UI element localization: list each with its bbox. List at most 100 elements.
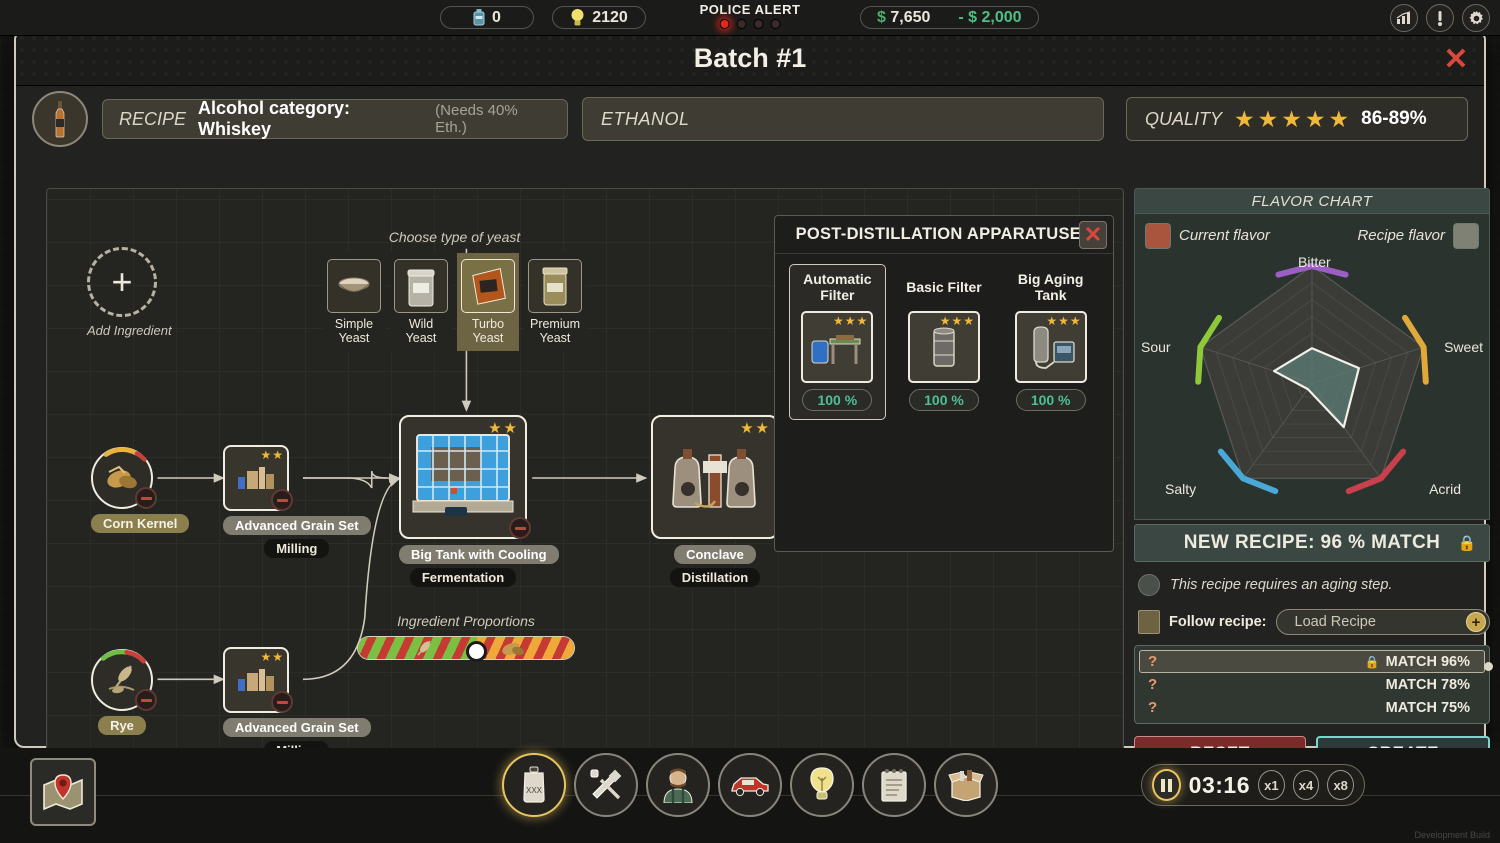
apparatus-card-automatic-filter[interactable]: Automatic Filter ★★★ 100 % xyxy=(789,264,886,420)
tools-icon xyxy=(589,768,623,802)
yeast-option-premium[interactable]: Premium Yeast xyxy=(524,253,586,351)
saved-recipe-row[interactable]: ? 🔒 MATCH 96% xyxy=(1139,650,1485,673)
plus-icon[interactable]: + xyxy=(87,247,157,317)
flavor-chart-header: FLAVOR CHART xyxy=(1134,188,1490,214)
speed-x4-button[interactable]: x4 xyxy=(1293,770,1320,800)
yeast-chooser-title: Choose type of yeast xyxy=(323,229,586,245)
star-icon: ★ xyxy=(940,315,951,327)
apparatus-percent[interactable]: 100 % xyxy=(1016,389,1086,411)
popup-close-icon[interactable]: ✕ xyxy=(1079,221,1107,249)
ingredient-label: Rye xyxy=(98,716,146,735)
axis-label-sweet: Sweet xyxy=(1444,339,1483,355)
wild-yeast-icon xyxy=(394,259,448,313)
jar-count: 0 xyxy=(492,9,501,27)
apparatus-card-basic-filter[interactable]: Basic Filter ★★★ 100 % xyxy=(896,264,993,420)
yeast-option-wild[interactable]: Wild Yeast xyxy=(390,253,452,351)
bottle-icon xyxy=(50,100,70,138)
star-icon: ★ xyxy=(1046,315,1057,327)
lock-icon[interactable]: 🔒 xyxy=(1458,534,1477,552)
alert-icon[interactable] xyxy=(1426,4,1454,32)
remove-icon[interactable] xyxy=(271,489,293,511)
grain-set-machine[interactable]: ★★ xyxy=(223,445,289,511)
yeast-options: Simple Yeast Wild Yeast Turbo Yeast xyxy=(323,253,586,351)
list-scrollbar-thumb[interactable] xyxy=(1484,662,1493,671)
close-icon[interactable]: ✕ xyxy=(1442,46,1470,74)
machine-node-milling-1[interactable]: ★★ Advanced Grain Set Milling xyxy=(223,445,371,558)
conclave-machine[interactable]: ★★ xyxy=(651,415,779,539)
star-icon: ★ xyxy=(857,315,868,327)
dock-button-tools[interactable] xyxy=(574,753,638,817)
rye-circle[interactable] xyxy=(91,649,153,711)
idea-count: 2120 xyxy=(592,9,628,27)
map-button[interactable] xyxy=(30,758,96,826)
build-watermark: Development Build xyxy=(1414,830,1490,840)
ingredient-node-rye[interactable]: Rye xyxy=(91,649,153,735)
box-icon xyxy=(948,769,984,801)
dock-button-vehicles[interactable] xyxy=(718,753,782,817)
grain-set-machine[interactable]: ★★ xyxy=(223,647,289,713)
dock-button-workers[interactable] xyxy=(646,753,710,817)
big-tank-machine[interactable]: ★★ xyxy=(399,415,527,539)
gear-icon[interactable] xyxy=(1462,4,1490,32)
modal-titlebar: Batch #1 ✕ xyxy=(16,32,1484,86)
aging-step-icon xyxy=(1138,574,1160,596)
flavor-chart-title: FLAVOR CHART xyxy=(1252,193,1373,210)
add-ingredient-node[interactable]: + Add Ingredient xyxy=(87,247,172,338)
apparatus-stars: ★★★ xyxy=(1046,315,1080,327)
dock-button-production[interactable]: XXX xyxy=(502,753,566,817)
notepad-icon xyxy=(879,767,909,803)
load-recipe-field[interactable]: Load Recipe + xyxy=(1276,609,1491,635)
bottle-avatar xyxy=(32,91,88,147)
speed-x8-button[interactable]: x8 xyxy=(1327,770,1354,800)
bottom-bar: XXX xyxy=(0,748,1500,843)
apparatus-percent[interactable]: 100 % xyxy=(909,389,979,411)
remove-icon[interactable] xyxy=(135,487,157,509)
machine-node-milling-2[interactable]: ★★ Advanced Grain Set Milling xyxy=(223,647,371,760)
machine-node-distillation[interactable]: ★★ Conclave Distillation xyxy=(651,415,779,587)
quality-range: 86-89% xyxy=(1361,108,1427,130)
currency-symbol: $ xyxy=(877,9,886,26)
machine-stars: ★★ xyxy=(740,421,769,436)
cash-value: 7,650 xyxy=(890,9,930,26)
police-light-4 xyxy=(770,19,780,29)
dock-button-notes[interactable] xyxy=(862,753,926,817)
dock-button-research[interactable] xyxy=(790,753,854,817)
speed-x1-button[interactable]: x1 xyxy=(1258,770,1285,800)
machine-label: Conclave xyxy=(674,545,756,564)
match-text: NEW RECIPE: 96 % MATCH xyxy=(1184,532,1441,554)
yeast-option-simple[interactable]: Simple Yeast xyxy=(323,253,385,351)
add-recipe-icon[interactable]: + xyxy=(1466,612,1486,632)
time-controls: 03:16 x1 x4 x8 xyxy=(1141,764,1365,806)
machine-node-fermentation[interactable]: ★★ xyxy=(399,415,527,587)
moonshine-jar-icon: XXX xyxy=(519,766,549,804)
flavor-chart-body: Current flavor Recipe flavor Bitter Swee… xyxy=(1134,214,1490,520)
pause-button[interactable] xyxy=(1152,769,1181,801)
stats-icon[interactable] xyxy=(1390,4,1418,32)
still-icon xyxy=(663,441,767,513)
remove-icon[interactable] xyxy=(509,517,531,539)
dock-button-inventory[interactable] xyxy=(934,753,998,817)
apparatus-percent[interactable]: 100 % xyxy=(802,389,872,411)
police-light-3 xyxy=(753,19,763,29)
ingredient-node-corn[interactable]: Corn Kernel xyxy=(91,447,189,533)
basic-filter-icon: ★★★ xyxy=(908,311,980,383)
recipe-field[interactable]: RECIPE Alcohol category: Whiskey (Needs … xyxy=(102,99,568,139)
remove-icon[interactable] xyxy=(135,689,157,711)
police-light-2 xyxy=(736,19,746,29)
proportions-handle[interactable] xyxy=(466,641,487,662)
yeast-option-turbo[interactable]: Turbo Yeast xyxy=(457,253,519,351)
remove-icon[interactable] xyxy=(271,691,293,713)
ethanol-field[interactable]: ETHANOL xyxy=(582,97,1104,141)
jar-counter[interactable]: 0 xyxy=(440,6,534,29)
apparatus-card-big-aging-tank[interactable]: Big Aging Tank ★★★ 100 % xyxy=(1002,264,1099,420)
idea-counter[interactable]: 2120 xyxy=(552,6,646,29)
corn-kernel-circle[interactable] xyxy=(91,447,153,509)
proportions-title: Ingredient Proportions xyxy=(357,613,575,629)
saved-recipe-list[interactable]: ? 🔒 MATCH 96% ? MATCH 78% ? MATCH 75% xyxy=(1134,645,1490,724)
grain-mill-icon xyxy=(235,463,277,493)
turbo-yeast-icon xyxy=(461,259,515,313)
saved-recipe-row[interactable]: ? MATCH 75% xyxy=(1139,696,1485,719)
star-icon: ★ xyxy=(1305,108,1326,131)
aging-note-row: This recipe requires an aging step. xyxy=(1134,574,1490,596)
saved-recipe-row[interactable]: ? MATCH 78% xyxy=(1139,673,1485,696)
